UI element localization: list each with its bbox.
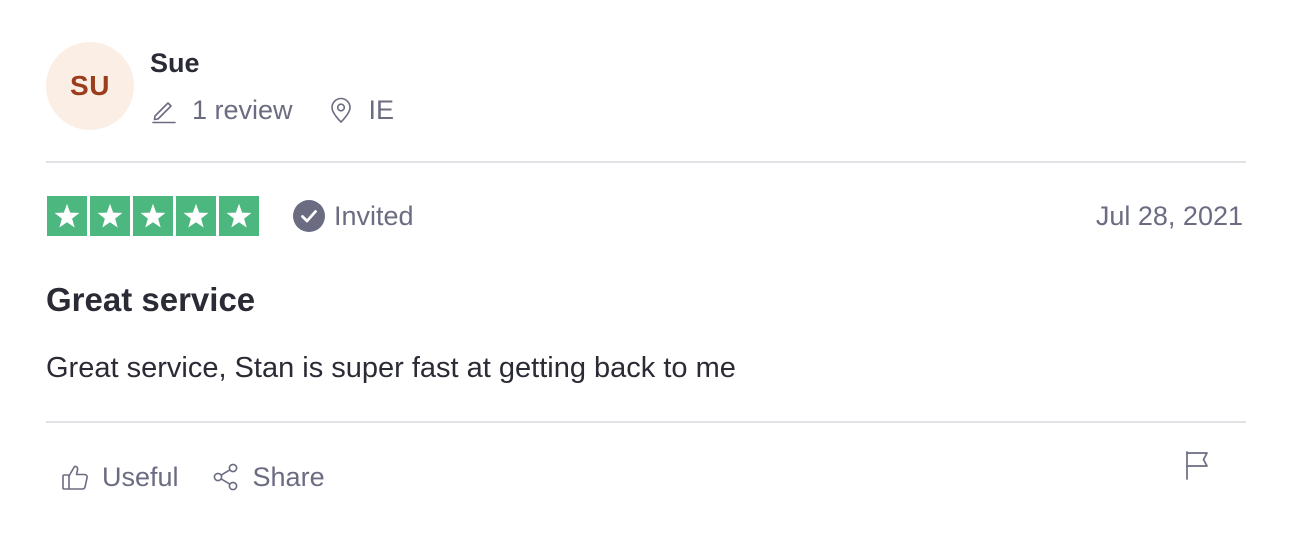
share-icon — [213, 463, 237, 491]
consumer-name[interactable]: Sue — [150, 46, 200, 80]
review-card: SU Sue 1 review IE Invited Jul 28, 2021 … — [46, 0, 1246, 542]
consumer-meta: 1 review IE — [150, 92, 394, 128]
rating-row: Invited Jul 28, 2021 — [46, 195, 1246, 237]
review-date: Jul 28, 2021 — [1095, 201, 1243, 231]
share-label: Share — [252, 461, 325, 492]
country-label: IE — [368, 94, 395, 125]
star-icon — [47, 196, 87, 236]
useful-label: Useful — [102, 461, 179, 492]
useful-button[interactable]: Useful — [60, 455, 179, 499]
star-icon — [219, 196, 259, 236]
star-rating — [47, 196, 259, 236]
review-actions: Useful Share — [60, 455, 325, 499]
share-button[interactable]: Share — [211, 455, 325, 499]
review-count: 1 review — [150, 95, 293, 126]
verification-badge[interactable]: Invited — [293, 199, 414, 233]
review-count-label: 1 review — [192, 94, 293, 125]
consumer-location: IE — [327, 94, 395, 126]
review-title[interactable]: Great service — [46, 280, 255, 320]
star-icon — [133, 196, 173, 236]
avatar[interactable]: SU — [46, 42, 134, 130]
star-icon — [90, 196, 130, 236]
consumer-info: SU Sue 1 review IE — [46, 42, 1246, 130]
star-icon — [176, 196, 216, 236]
pencil-icon — [152, 102, 176, 124]
flag-icon[interactable] — [1182, 448, 1214, 482]
review-text: Great service, Stan is super fast at get… — [46, 352, 736, 384]
verification-label: Invited — [334, 200, 414, 231]
header-divider — [46, 161, 1246, 163]
location-pin-icon — [330, 97, 351, 123]
actions-divider — [46, 421, 1246, 423]
check-circle-icon — [293, 200, 325, 232]
thumbs-up-icon — [62, 465, 88, 490]
